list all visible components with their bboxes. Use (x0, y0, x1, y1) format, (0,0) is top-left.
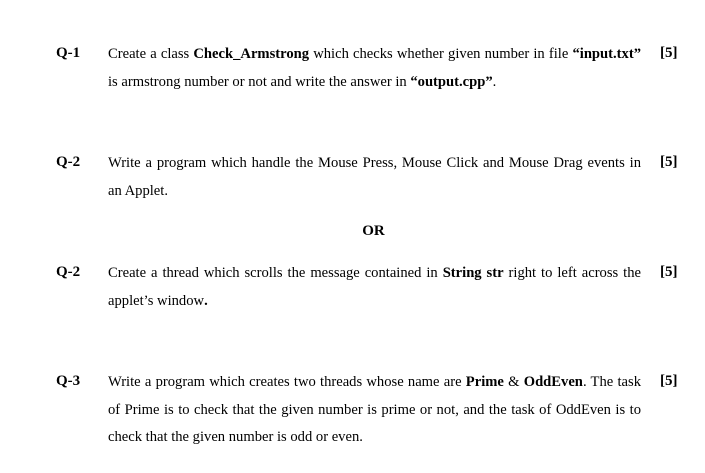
question-text: Create a thread which scrolls the messag… (108, 260, 641, 315)
text-run: & (503, 374, 524, 390)
text-run: which checks whether given number in fil… (309, 46, 573, 62)
text-run: Create a class (108, 46, 194, 62)
bold-text-run: OddEven (523, 374, 583, 390)
bold-text-run: . (204, 292, 208, 309)
text-run: Create a thread which scrolls the messag… (108, 265, 443, 281)
text-run: Write a program which handle the Mouse P… (108, 155, 641, 199)
bold-text-run: Check_Armstrong (193, 46, 310, 62)
question-label: Q-3 (56, 373, 81, 389)
text-run: Write a program which creates two thread… (108, 374, 466, 390)
question-text: Create a class Check_Armstrong which che… (108, 41, 641, 96)
bold-text-run: Prime (465, 374, 504, 390)
question-text: Write a program which creates two thread… (108, 369, 641, 452)
question-label: Q-2 (56, 264, 81, 280)
bold-text-run: String str (442, 265, 504, 281)
question-label: Q-2 (56, 154, 81, 170)
question-text: Write a program which handle the Mouse P… (108, 150, 641, 205)
bold-text-run: “input.txt” (572, 46, 641, 62)
question-marks: [5] (660, 373, 678, 389)
bold-text-run: “output.cpp” (410, 73, 493, 90)
or-separator: OR (362, 223, 385, 239)
text-run: . (492, 73, 497, 90)
question-marks: [5] (660, 154, 678, 170)
question-label: Q-1 (56, 45, 81, 61)
question-marks: [5] (660, 45, 678, 61)
question-marks: [5] (660, 264, 678, 280)
text-run: is armstrong number or not and write the… (108, 73, 411, 90)
